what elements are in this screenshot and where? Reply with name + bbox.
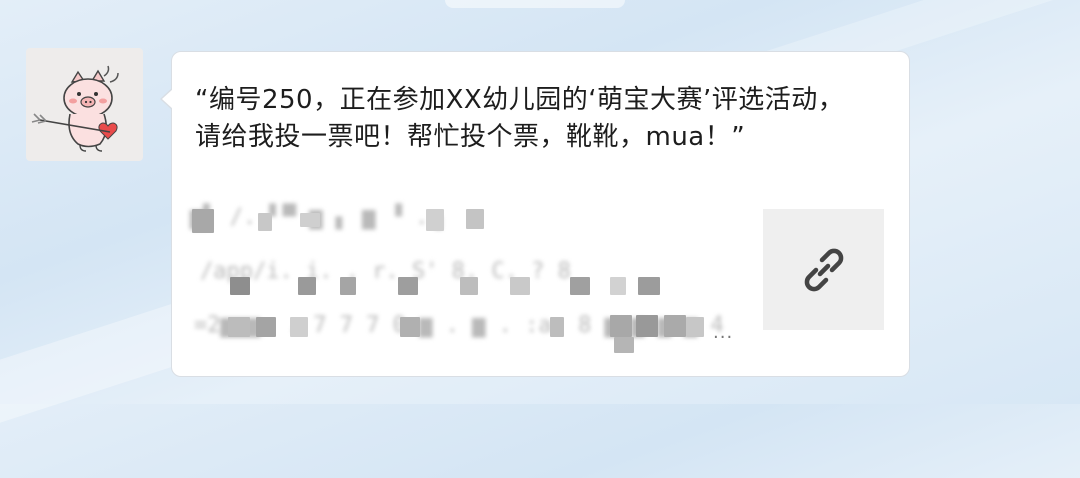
mosaic-block — [256, 317, 276, 337]
mosaic-block — [686, 317, 704, 337]
link-card-description: ▆▌ /. ▘▀ ▆ ▖ ▆ ▝ .▗ /app/i. i. . r. S' 8… — [190, 205, 750, 355]
pig-cupid-avatar-icon — [31, 65, 119, 152]
mosaic-block — [300, 213, 320, 227]
mosaic-block — [610, 277, 626, 295]
mosaic-block — [290, 317, 308, 337]
link-icon — [804, 248, 843, 291]
mosaic-block — [398, 277, 418, 295]
mosaic-block — [550, 317, 564, 337]
mosaic-block — [426, 209, 444, 231]
mosaic-block — [230, 277, 250, 295]
link-card-title: “编号250，正在参加XX幼儿园的‘萌宝大赛’评选活动，请给我投一票吧！帮忙投个… — [195, 85, 845, 152]
mosaic-block — [610, 315, 632, 337]
mosaic-block — [614, 337, 634, 353]
mosaic-block — [400, 317, 420, 337]
mosaic-block — [638, 277, 660, 295]
mosaic-block — [460, 277, 478, 295]
previous-message-edge — [445, 0, 625, 8]
mosaic-block — [258, 213, 272, 231]
mosaic-block — [636, 315, 658, 337]
mosaic-block — [340, 277, 356, 295]
avatar[interactable] — [26, 48, 143, 161]
mosaic-block — [466, 209, 484, 229]
mosaic-block — [298, 277, 316, 295]
mosaic-block — [228, 317, 250, 337]
mosaic-block — [192, 209, 214, 233]
link-thumbnail[interactable] — [763, 209, 884, 330]
mosaic-block — [510, 277, 530, 295]
description-ellipsis: ... — [713, 322, 734, 343]
mosaic-block — [570, 277, 590, 295]
bubble-tail — [162, 89, 173, 109]
mosaic-block — [664, 315, 686, 337]
